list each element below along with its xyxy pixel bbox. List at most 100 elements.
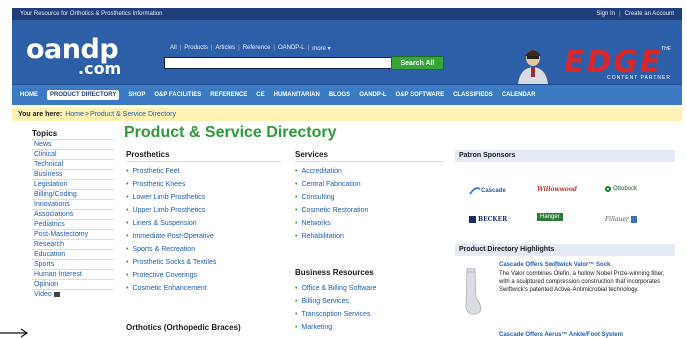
highlight-title-2[interactable]: Cascade Offers Aerus™ Ankle/Foot System	[499, 332, 623, 338]
nav-shop[interactable]: SHOP	[128, 92, 145, 98]
search-all-button[interactable]: Search All	[391, 56, 444, 70]
fillauer-mark-icon	[630, 216, 637, 223]
nav-home[interactable]: HOME	[20, 92, 38, 98]
sidebar-item-video-label: Video	[34, 291, 52, 298]
business-resources-heading: Business Resources	[295, 268, 374, 277]
business-link[interactable]: • Marketing	[295, 321, 445, 334]
search-scope-links: All | Products | Articles | Reference | …	[170, 45, 331, 52]
main-nav: HOME PRODUCT DIRECTORY SHOP O&P FACILITI…	[12, 84, 682, 105]
prosthetics-link[interactable]: • Prosthetic Socks & Textiles	[126, 256, 281, 269]
sign-in-link[interactable]: Sign In	[596, 11, 615, 17]
prosthetics-link[interactable]: • Sports & Recreation	[126, 243, 281, 256]
nav-product-directory[interactable]: PRODUCT DIRECTORY	[47, 90, 120, 100]
breadcrumb-separator: >	[84, 111, 89, 118]
nav-classifieds[interactable]: CLASSIFIEDS	[453, 92, 493, 98]
breadcrumb-label: You are here:	[18, 111, 63, 118]
business-link[interactable]: • Transcription Services	[295, 308, 445, 321]
search-scope-oandp-l[interactable]: OANDP-L	[278, 45, 305, 52]
prosthetics-link[interactable]: • Prosthetic Feet	[126, 165, 281, 178]
sidebar-item-human-interest[interactable]: Human Interest	[32, 269, 114, 279]
nav-op-facilities[interactable]: O&P FACILITIES	[154, 92, 201, 98]
search-scope-reference[interactable]: Reference	[243, 45, 271, 52]
sponsor-hanger-logo[interactable]: Hanger	[537, 213, 563, 221]
prosthetics-link[interactable]: • Cosmetic Enhancement	[126, 282, 281, 295]
services-link[interactable]: • Cosmetic Restoration	[295, 204, 445, 217]
sidebar-item-education[interactable]: Education	[32, 249, 114, 259]
search-scope-more[interactable]: more ▾	[312, 45, 330, 52]
business-resources-column: Business Resources • Office & Billing Sof…	[295, 268, 445, 334]
sidebar-item-video[interactable]: Video	[32, 289, 114, 299]
business-link[interactable]: • Office & Billing Software	[295, 282, 445, 295]
account-links-separator: |	[619, 11, 621, 17]
sidebar-item-research[interactable]: Research	[32, 239, 114, 249]
nav-humanitarian[interactable]: HUMANITARIAN	[274, 92, 320, 98]
sidebar-item-clinical[interactable]: Clinical	[32, 149, 114, 159]
breadcrumb-current: Product & Service Directory	[90, 111, 176, 118]
topics-sidebar: Topics News Clinical Technical Business …	[32, 129, 114, 299]
page-title: Product & Service Directory	[124, 124, 337, 141]
sidebar-item-business[interactable]: Business	[32, 169, 114, 179]
nav-oandp-l[interactable]: OANDP-L	[359, 92, 386, 98]
prosthetics-column: Prosthetics • Prosthetic Feet • Prosthetic…	[126, 150, 281, 295]
site-logo[interactable]: oandp .com	[26, 36, 134, 78]
nav-op-software[interactable]: O&P SOFTWARE	[396, 92, 445, 98]
patron-sponsors-heading: Patron Sponsors	[455, 150, 675, 162]
sponsor-cascade-logo[interactable]: Cascade	[469, 186, 506, 196]
orthotics-column: Orthotics (Orthopedic Braces)	[126, 323, 296, 337]
breadcrumb: You are here: Home > Product & Service D…	[12, 108, 682, 121]
site-header: oandp .com All | Products | Articles | R…	[12, 20, 682, 84]
ottobock-circle-icon	[605, 186, 611, 192]
sponsor-fillauer-logo[interactable]: Fillauer	[605, 216, 637, 223]
sidebar-item-news[interactable]: News	[32, 139, 114, 149]
orthotics-heading[interactable]: Orthotics (Orthopedic Braces)	[126, 323, 296, 334]
sock-product-image[interactable]	[461, 268, 483, 316]
sidebar-item-sports[interactable]: Sports	[32, 259, 114, 269]
video-icon	[53, 291, 60, 297]
services-column: Services • Accreditation • Central Fabrica…	[295, 150, 445, 243]
services-link[interactable]: • Networks	[295, 217, 445, 230]
prosthetics-link[interactable]: • Protective Coverings	[126, 269, 281, 282]
account-links: Sign In | Create an Account	[596, 11, 674, 17]
prosthetics-heading: Prosthetics	[126, 150, 281, 162]
sponsor-willowwood-logo[interactable]: Willowwood	[537, 186, 577, 193]
highlight-title[interactable]: Cascade Offers Swiftwick Valor™ Sock	[499, 262, 610, 268]
nav-reference[interactable]: REFERENCE	[210, 92, 247, 98]
prosthetics-link[interactable]: • Upper Limb Prosthetics	[126, 204, 281, 217]
sidebar-heading: Topics	[32, 129, 58, 138]
services-link[interactable]: • Rehabilitation	[295, 230, 445, 243]
nav-blogs[interactable]: BLOGS	[329, 92, 350, 98]
business-link[interactable]: • Billing Services	[295, 295, 445, 308]
prosthetics-link[interactable]: • Immediate Post-Operative	[126, 230, 281, 243]
sidebar-item-legislation[interactable]: Legislation	[32, 179, 114, 189]
search-scope-products[interactable]: Products	[184, 45, 208, 52]
logo-suffix: .com	[78, 59, 122, 78]
search-scope-all[interactable]: All	[170, 45, 177, 52]
nav-calendar[interactable]: CALENDAR	[502, 92, 536, 98]
prosthetics-link[interactable]: • Prosthetic Knees	[126, 178, 281, 191]
sidebar-item-innovations[interactable]: Innovations	[32, 199, 114, 209]
directory-highlights-heading: Product Directory Highlights	[455, 244, 675, 256]
sidebar-item-opinion[interactable]: Opinion	[32, 279, 114, 289]
sidebar-item-post-mastectomy[interactable]: Post-Mastectomy	[32, 229, 114, 239]
breadcrumb-home-link[interactable]: Home	[65, 111, 84, 118]
services-link[interactable]: • Central Fabrication	[295, 178, 445, 191]
pointer-arrow-icon	[0, 328, 29, 338]
sponsor-ottobock-logo[interactable]: Ottobock	[605, 186, 637, 192]
search-scope-articles[interactable]: Articles	[215, 45, 235, 52]
services-link[interactable]: • Accreditation	[295, 165, 445, 178]
sidebar-item-pediatrics[interactable]: Pediatrics	[32, 219, 114, 229]
search-input[interactable]	[164, 57, 392, 69]
edge-content-partner-logo[interactable]: THE EDGE CONTENT PARTNER	[560, 42, 675, 82]
sponsor-becker-logo[interactable]: BECKER	[469, 216, 507, 223]
create-account-link[interactable]: Create an Account	[625, 11, 674, 17]
sidebar-item-technical[interactable]: Technical	[32, 159, 114, 169]
sidebar-item-associations[interactable]: Associations	[32, 209, 114, 219]
nav-ce[interactable]: CE	[256, 92, 264, 98]
edge-subtitle: CONTENT PARTNER	[607, 75, 671, 81]
prosthetics-link[interactable]: • Liners & Suspension	[126, 217, 281, 230]
prosthetics-link[interactable]: • Lower Limb Prosthetics	[126, 191, 281, 204]
highlight-body: The Valor combines Olefin, a hollow Nobe…	[499, 271, 665, 293]
services-link[interactable]: • Consulting	[295, 191, 445, 204]
sidebar-item-billing-coding[interactable]: Billing/Coding	[32, 189, 114, 199]
services-heading: Services	[295, 150, 445, 162]
